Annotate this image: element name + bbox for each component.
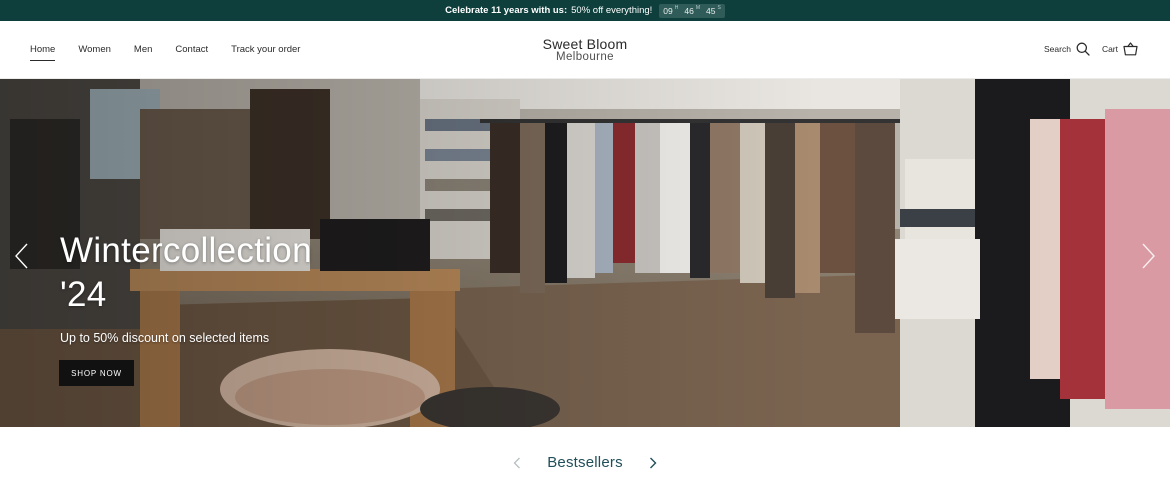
search-button[interactable]: Search: [1044, 42, 1090, 56]
announcement-bold-text: Celebrate 11 years with us:: [445, 5, 568, 16]
bestsellers-header: Bestsellers: [0, 454, 1170, 471]
hero-banner: Wintercollection '24 Up to 50% discount …: [0, 79, 1170, 427]
hero-subtitle: Up to 50% discount on selected items: [60, 331, 270, 345]
header-actions: Search Cart: [1044, 42, 1138, 56]
hero-title: Wintercollection '24: [60, 229, 480, 317]
site-logo[interactable]: Sweet Bloom Melbourne: [0, 37, 1170, 64]
announcement-bar: Celebrate 11 years with us: 50% off ever…: [0, 0, 1170, 21]
countdown-minutes: 46: [684, 5, 694, 16]
cart-icon: [1123, 42, 1138, 56]
bestsellers-next-button[interactable]: [647, 456, 659, 470]
site-header: Home Women Men Contact Track your order …: [0, 21, 1170, 79]
bestsellers-prev-button[interactable]: [511, 456, 523, 470]
hero-title-line-2: '24: [60, 275, 107, 314]
logo-line-2: Melbourne: [556, 51, 614, 63]
shop-now-button[interactable]: SHOP NOW: [59, 360, 134, 386]
bestsellers-title: Bestsellers: [547, 454, 623, 471]
search-icon: [1076, 42, 1090, 56]
chevron-right-icon: [649, 457, 657, 468]
chevron-left-icon: [513, 457, 521, 468]
hero-prev-arrow-icon[interactable]: [12, 242, 32, 270]
hero-content: Wintercollection '24 Up to 50% discount …: [60, 229, 480, 345]
cart-label: Cart: [1101, 44, 1118, 54]
countdown-hours: 09: [663, 5, 673, 16]
countdown-seconds-unit: S: [717, 4, 721, 11]
countdown-timer: 09 H 46 M 45 S: [659, 3, 725, 18]
countdown-hours-unit: H: [674, 4, 679, 11]
bestsellers-section: Bestsellers: [0, 427, 1170, 483]
logo-line-1: Sweet Bloom: [542, 36, 628, 52]
countdown-minutes-unit: M: [695, 4, 701, 11]
cart-button[interactable]: Cart: [1102, 42, 1138, 56]
hero-next-arrow-icon[interactable]: [1138, 242, 1158, 270]
search-label: Search: [1044, 44, 1071, 54]
countdown-seconds: 45: [706, 5, 716, 16]
announcement-text: 50% off everything!: [571, 5, 653, 16]
hero-title-line-1: Wintercollection: [60, 231, 312, 270]
